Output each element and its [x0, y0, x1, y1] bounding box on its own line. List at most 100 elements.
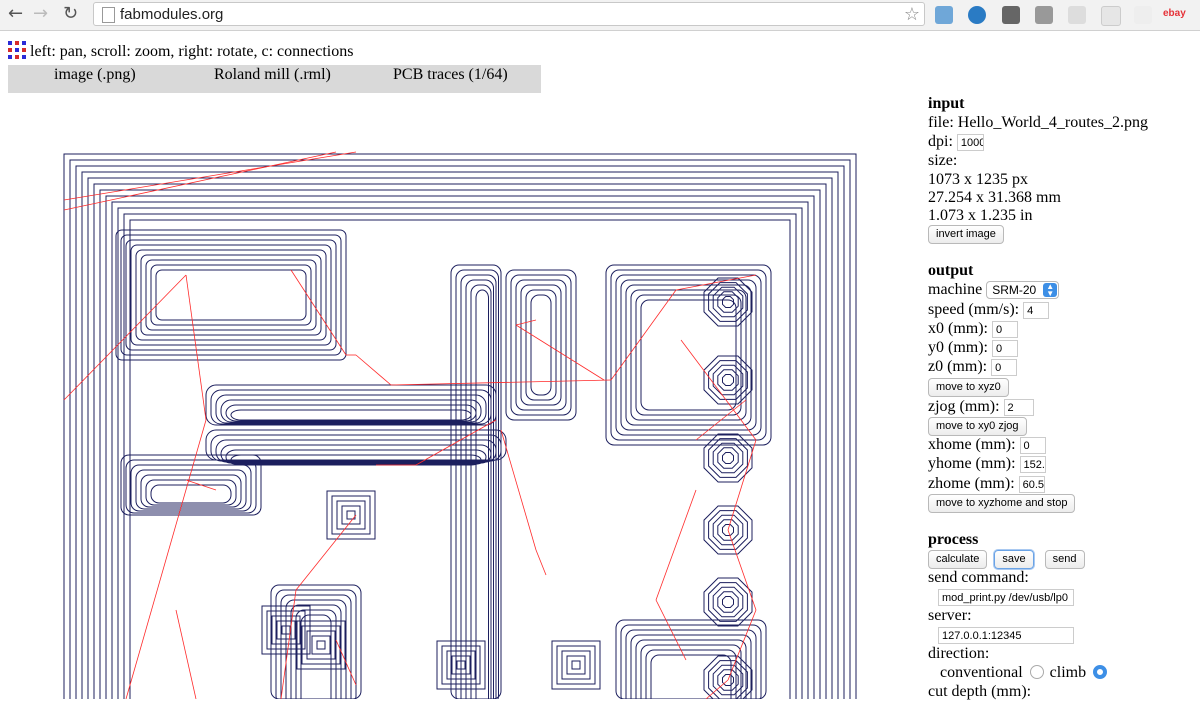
- pad-toolpath: [708, 582, 748, 622]
- letter-toolpath: [150, 264, 312, 326]
- trace-toolpath: [510, 274, 572, 416]
- x0-input[interactable]: 0: [992, 320, 1018, 338]
- trace-toolpath: [475, 289, 489, 704]
- trace-toolpath: [225, 404, 477, 422]
- x0-row: x0 (mm): 0: [928, 319, 1018, 338]
- z0-row: z0 (mm): 0: [928, 357, 1018, 376]
- outer-toolpath: [93, 183, 827, 699]
- pad-toolpath: [703, 577, 753, 627]
- xhome-input[interactable]: 0: [1019, 436, 1046, 454]
- zhome-row: zhome (mm): 60.5: [928, 474, 1045, 493]
- pad-toolpath: [311, 635, 331, 655]
- outer-toolpath: [75, 165, 845, 699]
- pad-toolpath: [331, 495, 371, 535]
- pad-toolpath: [717, 369, 739, 391]
- machine-label: machine: [928, 281, 983, 298]
- toolpath-view[interactable]: [56, 140, 866, 704]
- pad-toolpath: [556, 645, 596, 685]
- trace-toolpath: [150, 484, 232, 504]
- send-command-label: send command:: [928, 569, 1029, 586]
- y0-label: y0 (mm):: [928, 339, 988, 356]
- ship-icon[interactable]: [1134, 6, 1152, 24]
- browser-toolbar: ← → ↻ fabmodules.org ☆ ebay: [0, 0, 1200, 31]
- climb-radio[interactable]: [1093, 665, 1108, 679]
- pad-toolpath: [316, 640, 326, 650]
- dpi-label: dpi:: [928, 133, 953, 150]
- trace-toolpath: [645, 649, 737, 704]
- send-command-input[interactable]: mod_print.py /dev/usb/lp0: [938, 588, 1074, 606]
- connection-line: [63, 151, 357, 201]
- direction-label: direction:: [928, 645, 990, 662]
- letter-toolpath: [135, 249, 327, 341]
- conventional-radio[interactable]: [1029, 665, 1044, 679]
- invert-image-button[interactable]: invert image: [928, 224, 1004, 244]
- calendar-icon[interactable]: [935, 6, 953, 24]
- help-text: left: pan, scroll: zoom, right: rotate, …: [30, 43, 354, 60]
- size-px: 1073 x 1235 px: [928, 171, 1028, 188]
- forward-arrow-icon[interactable]: →: [33, 4, 48, 24]
- ebay-icon[interactable]: ebay: [1163, 8, 1186, 19]
- back-arrow-icon[interactable]: ←: [8, 4, 23, 24]
- yhome-row: yhome (mm): 152.4: [928, 454, 1046, 473]
- input-heading: input: [928, 95, 965, 112]
- trace-toolpath: [635, 294, 742, 416]
- connection-line: [290, 269, 347, 356]
- panel-icon[interactable]: [1101, 6, 1121, 26]
- trace-toolpath: [615, 274, 762, 436]
- process-buttons: calculate save send: [928, 549, 1085, 569]
- pad-toolpath: [722, 296, 734, 308]
- zjog-input[interactable]: 2: [1003, 398, 1034, 416]
- letter-toolpath: [140, 254, 322, 336]
- output-heading: output: [928, 262, 974, 279]
- tab-image-png[interactable]: image (.png): [54, 65, 136, 85]
- machine-select[interactable]: SRM-20 ▲ ▼: [986, 281, 1060, 300]
- fabmodules-logo-icon: [8, 41, 26, 59]
- pad-toolpath: [722, 452, 734, 464]
- rss-icon[interactable]: [1068, 6, 1086, 24]
- globe-icon[interactable]: [968, 6, 986, 24]
- dpi-input[interactable]: 1000: [956, 133, 984, 151]
- cut-depth-label: cut depth (mm):: [928, 683, 1032, 700]
- yhome-input[interactable]: 152.4: [1019, 455, 1046, 473]
- trace-toolpath: [465, 279, 494, 704]
- size-in: 1.073 x 1.235 in: [928, 207, 1033, 224]
- url-text: fabmodules.org: [120, 6, 224, 23]
- toolpath-canvas[interactable]: [56, 140, 866, 704]
- save-button[interactable]: save: [994, 549, 1034, 569]
- letter-toolpath: [155, 269, 307, 321]
- box-icon[interactable]: [1035, 6, 1053, 24]
- z0-label: z0 (mm):: [928, 358, 988, 375]
- move-to-xy0-zjog-button[interactable]: move to xy0 zjog: [928, 416, 1027, 436]
- outer-toolpath: [63, 153, 857, 699]
- z0-input[interactable]: 0: [991, 358, 1018, 376]
- connection-line: [295, 514, 357, 591]
- zhome-input[interactable]: 60.5: [1018, 475, 1045, 493]
- connection-line: [655, 489, 697, 601]
- zjog-row: zjog (mm): 2: [928, 397, 1034, 416]
- dpi-row: dpi: 1000: [928, 132, 984, 151]
- y0-input[interactable]: 0: [992, 339, 1018, 357]
- y0-row: y0 (mm): 0: [928, 338, 1018, 357]
- move-to-xyz0-button[interactable]: move to xyz0: [928, 377, 1009, 397]
- puzzle-icon[interactable]: [1002, 6, 1020, 24]
- tab-roland-mill-rml[interactable]: Roland mill (.rml): [214, 65, 331, 85]
- server-input[interactable]: 127.0.0.1:12345: [938, 626, 1074, 644]
- connection-line: [515, 324, 605, 381]
- xhome-row: xhome (mm): 0: [928, 435, 1046, 454]
- send-button[interactable]: send: [1044, 549, 1085, 569]
- pad-toolpath: [717, 447, 739, 469]
- tab-pcb-traces[interactable]: PCB traces (1/64): [393, 65, 508, 85]
- bookmark-star-icon[interactable]: ☆: [904, 4, 920, 25]
- x0-label: x0 (mm):: [928, 320, 988, 337]
- speed-label: speed (mm/s):: [928, 301, 1020, 318]
- pad-toolpath: [551, 640, 601, 690]
- yhome-label: yhome (mm):: [928, 455, 1016, 472]
- move-to-xyzhome-button[interactable]: move to xyzhome and stop: [928, 493, 1076, 513]
- calculate-button[interactable]: calculate: [928, 549, 988, 569]
- reload-icon[interactable]: ↻: [63, 4, 78, 24]
- machine-select-value: SRM-20: [992, 283, 1037, 298]
- pad-toolpath: [571, 660, 581, 670]
- address-bar[interactable]: fabmodules.org ☆: [93, 2, 925, 26]
- trace-toolpath: [520, 284, 562, 406]
- speed-input[interactable]: 4: [1023, 301, 1050, 319]
